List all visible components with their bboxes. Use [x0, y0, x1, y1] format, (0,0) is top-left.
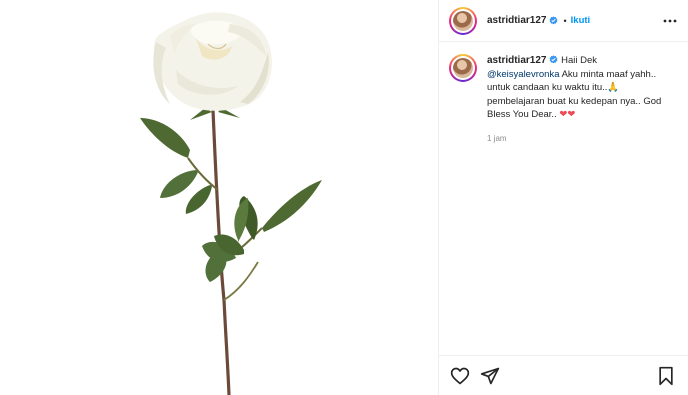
follow-button[interactable]: Ikuti: [571, 15, 591, 26]
caption-mention-link[interactable]: @keisyalevronka: [487, 69, 559, 80]
timestamp[interactable]: 1 jam: [487, 132, 667, 146]
verified-badge-icon: [550, 16, 558, 25]
header-username[interactable]: astridtiar127: [487, 15, 546, 26]
caption-body: astridtiar127 Haii Dek @keisyalevronka A…: [487, 54, 667, 145]
heart-emoji: ❤❤: [559, 109, 576, 120]
caption-username[interactable]: astridtiar127: [487, 55, 546, 66]
post-dialog: astridtiar127 • Ikuti astridtiar127 Haii…: [0, 0, 688, 395]
caption-comment: astridtiar127 Haii Dek @keisyalevronka A…: [439, 42, 688, 145]
caption-text-before: Haii Dek: [558, 55, 598, 66]
separator-dot: •: [563, 15, 567, 26]
heart-icon[interactable]: [450, 366, 470, 386]
more-options-icon[interactable]: [662, 13, 678, 29]
avatar-photo: [453, 58, 473, 78]
bookmark-icon[interactable]: [657, 366, 675, 386]
avatar[interactable]: [449, 54, 477, 82]
post-image[interactable]: [0, 0, 438, 395]
post-sidebar: astridtiar127 • Ikuti astridtiar127 Haii…: [438, 0, 688, 395]
avatar-photo: [453, 10, 473, 31]
rose-image: [140, 12, 322, 395]
action-bar: [439, 355, 688, 395]
share-icon[interactable]: [480, 366, 500, 386]
post-header: astridtiar127 • Ikuti: [439, 0, 688, 42]
avatar[interactable]: [449, 6, 477, 35]
